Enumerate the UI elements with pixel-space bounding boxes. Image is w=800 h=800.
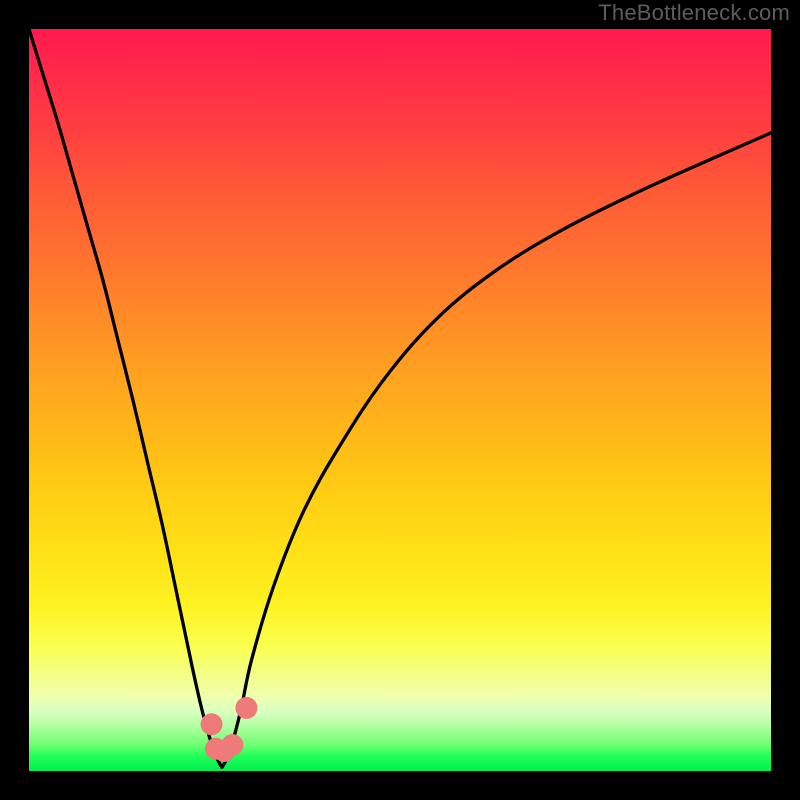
attribution-link[interactable]: TheBottleneck.com xyxy=(598,0,790,26)
plot-area xyxy=(29,29,771,771)
chart-stage: TheBottleneck.com xyxy=(0,0,800,800)
gradient-background xyxy=(29,29,771,771)
